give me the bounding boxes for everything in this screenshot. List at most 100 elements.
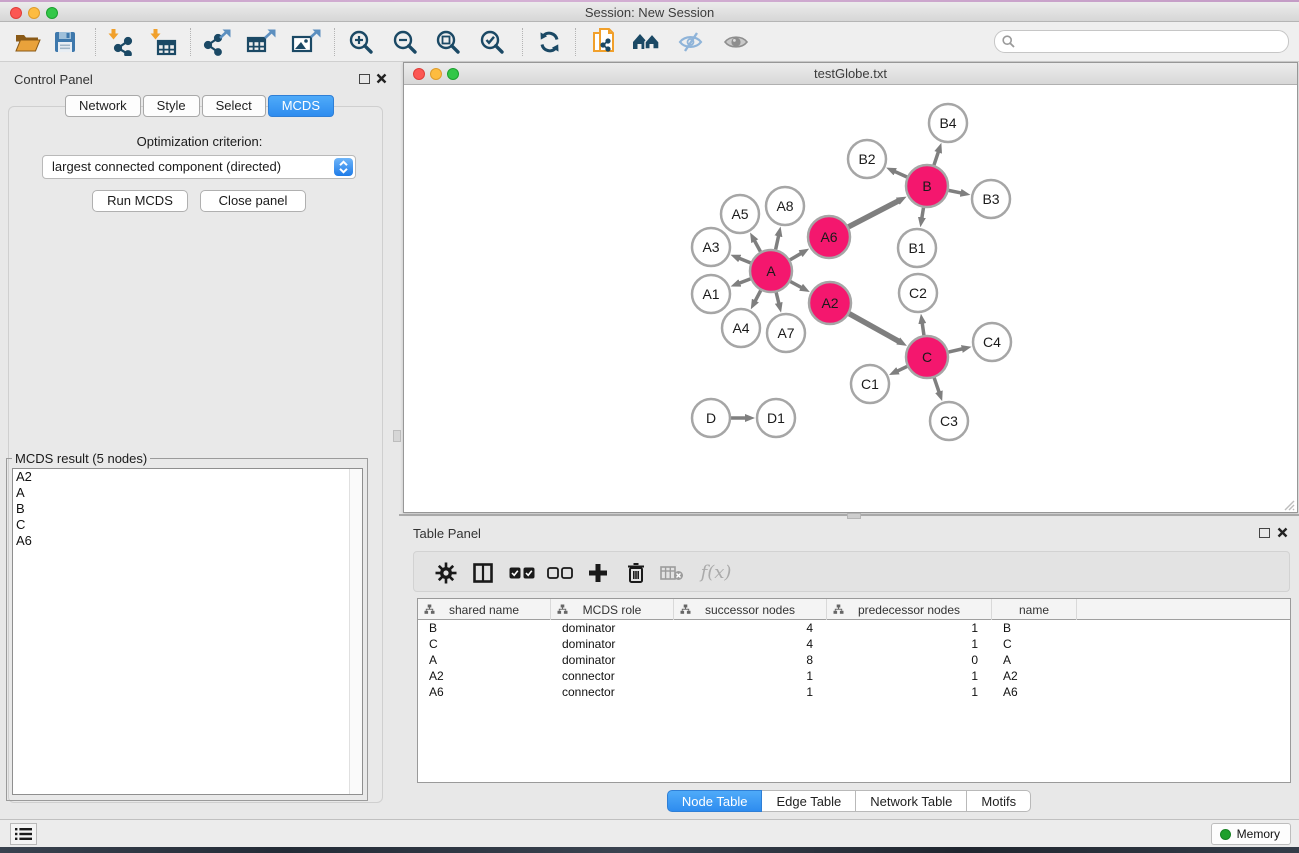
zoom-fit-button[interactable] [433,28,463,56]
cell[interactable]: 1 [674,668,827,684]
column-header-MCDS-role[interactable]: MCDS role [551,599,674,620]
close-panel-icon[interactable] [376,73,387,84]
cell[interactable]: connector [551,668,674,684]
result-item-B[interactable]: B [13,501,362,517]
cell[interactable]: dominator [551,620,674,636]
graph-edge-B-B4[interactable] [934,151,939,165]
cell[interactable]: A2 [418,668,551,684]
network-window-titlebar[interactable]: testGlobe.txt [404,63,1297,85]
graph-node-C1[interactable]: C1 [851,365,889,403]
show-details-button[interactable] [721,28,751,56]
zoom-selected-button[interactable] [477,28,507,56]
tab-style[interactable]: Style [143,95,200,117]
panel-splitter-handle[interactable] [393,430,401,442]
cell[interactable]: C [992,636,1077,652]
result-item-A[interactable]: A [13,485,362,501]
graph-node-A5[interactable]: A5 [721,195,759,233]
column-header-shared-name[interactable]: shared name [418,599,551,620]
cell[interactable]: 1 [827,620,992,636]
tab-edge-table[interactable]: Edge Table [762,790,856,812]
export-table-button[interactable] [246,28,276,56]
graph-edge-A-A3[interactable] [739,258,751,263]
graph-node-A1[interactable]: A1 [692,275,730,313]
column-header-predecessor-nodes[interactable]: predecessor nodes [827,599,992,620]
graph-node-B1[interactable]: B1 [898,229,936,267]
graph-node-C4[interactable]: C4 [973,323,1011,361]
table-row-A6[interactable]: A6connector11A6 [418,684,1290,700]
tab-network-table[interactable]: Network Table [856,790,967,812]
graph-node-C3[interactable]: C3 [930,402,968,440]
float-panel-button[interactable] [359,74,370,84]
splitter-grip[interactable] [847,513,861,519]
graph-node-A2[interactable]: A2 [809,282,851,324]
graph-node-A3[interactable]: A3 [692,228,730,266]
cell[interactable]: dominator [551,636,674,652]
task-history-button[interactable] [10,823,37,845]
result-scrollbar[interactable] [349,469,362,794]
cell[interactable]: A6 [418,684,551,700]
resize-grip[interactable] [1281,497,1295,511]
graph-edge-B-B3[interactable] [949,190,962,193]
graph-node-A4[interactable]: A4 [722,309,760,347]
table-row-A[interactable]: Adominator80A [418,652,1290,668]
cell[interactable]: 4 [674,620,827,636]
graph-edge-B-B1[interactable] [922,208,924,219]
graph-edge-A2-C[interactable] [849,314,899,342]
cell[interactable]: C [418,636,551,652]
tab-mcds[interactable]: MCDS [268,95,334,117]
cell[interactable]: A [992,652,1077,668]
table-settings-button[interactable] [432,560,460,585]
cell[interactable]: 1 [827,684,992,700]
export-network-button[interactable] [202,28,232,56]
cell[interactable]: A [418,652,551,668]
network-canvas[interactable]: AA1A2A3A4A5A6A7A8BB1B2B3B4CC1C2C3C4DD1 [405,86,1296,512]
cell[interactable]: connector [551,684,674,700]
float-table-panel-button[interactable] [1259,528,1270,538]
graph-edge-A-A6[interactable] [790,253,801,260]
column-header-name[interactable]: name [992,599,1077,620]
result-item-C[interactable]: C [13,517,362,533]
refresh-button[interactable] [534,28,564,56]
select-all-rows-button[interactable] [508,560,536,585]
result-item-A2[interactable]: A2 [13,469,362,485]
graph-node-D[interactable]: D [692,399,730,437]
close-panel-button[interactable]: Close panel [200,190,306,212]
graph-edge-C-C1[interactable] [897,366,907,371]
cell[interactable]: 1 [827,636,992,652]
graph-edge-A-A2[interactable] [790,281,802,287]
graph-edge-B-B2[interactable] [894,171,907,177]
graph-node-A7[interactable]: A7 [767,314,805,352]
cell[interactable]: 1 [827,668,992,684]
houses-button[interactable] [632,28,662,56]
graph-edge-A-A8[interactable] [776,235,779,249]
show-columns-button[interactable] [469,560,497,585]
cell[interactable]: 1 [674,684,827,700]
graph-edge-C-C2[interactable] [922,323,924,336]
cell[interactable]: A6 [992,684,1077,700]
graph-edge-A-A7[interactable] [776,292,779,303]
import-network-button[interactable] [106,28,136,56]
table-row-A2[interactable]: A2connector11A2 [418,668,1290,684]
graph-node-D1[interactable]: D1 [757,399,795,437]
cell[interactable]: dominator [551,652,674,668]
tab-network[interactable]: Network [65,95,141,117]
hide-details-button[interactable] [676,28,706,56]
graph-node-B3[interactable]: B3 [972,180,1010,218]
graph-node-A8[interactable]: A8 [766,187,804,225]
result-item-A6[interactable]: A6 [13,533,362,549]
graph-node-B[interactable]: B [906,165,948,207]
tab-select[interactable]: Select [202,95,266,117]
run-mcds-button[interactable]: Run MCDS [92,190,188,212]
graph-edge-A-A4[interactable] [755,290,761,301]
open-session-button[interactable] [12,28,42,56]
graph-edge-C-C3[interactable] [934,378,939,393]
deselect-all-rows-button[interactable] [546,560,574,585]
delete-column-button[interactable] [622,560,650,585]
search-input[interactable] [1019,32,1279,51]
cell[interactable]: 4 [674,636,827,652]
graph-edge-A-A5[interactable] [754,240,760,251]
cell[interactable]: 8 [674,652,827,668]
column-header-successor-nodes[interactable]: successor nodes [674,599,827,620]
graph-node-C[interactable]: C [906,336,948,378]
graph-node-A6[interactable]: A6 [808,216,850,258]
